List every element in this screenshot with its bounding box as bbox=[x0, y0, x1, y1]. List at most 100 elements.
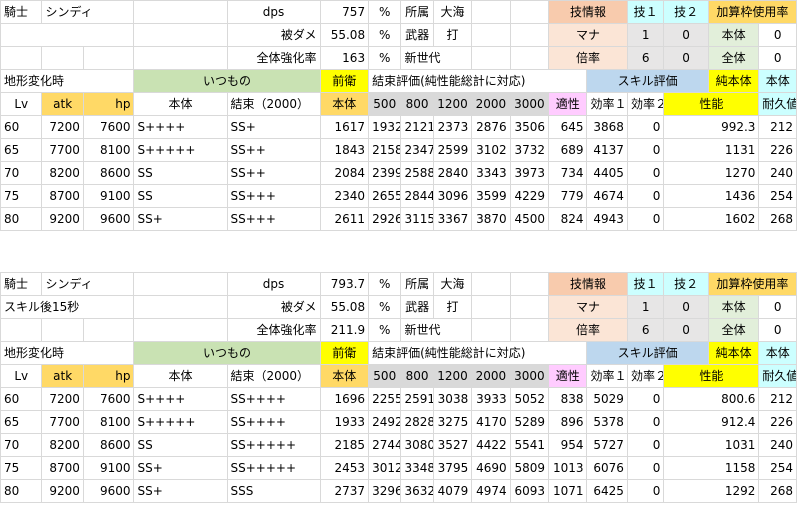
cell-hontai[interactable]: S+++++ bbox=[133, 410, 228, 434]
dps-label[interactable]: dps bbox=[226, 0, 321, 24]
col-durability[interactable]: 耐久値 bbox=[758, 92, 797, 116]
col-performance[interactable]: 性能 bbox=[663, 364, 760, 388]
cell-b800[interactable]: 3115 bbox=[400, 207, 434, 231]
cell-b3000[interactable]: 3506 bbox=[509, 115, 550, 139]
cell-atk[interactable]: 7700 bbox=[41, 410, 84, 434]
body-label[interactable]: 本体 bbox=[707, 23, 760, 47]
cell-performance[interactable]: 1602 bbox=[663, 207, 760, 231]
cell-aptitude[interactable]: 645 bbox=[548, 115, 588, 139]
cell-body[interactable]: 2185 bbox=[319, 433, 370, 457]
char-name-cell[interactable]: シンディ bbox=[41, 272, 135, 296]
boost-value[interactable]: 211.9 bbox=[319, 318, 370, 342]
cell-atk[interactable]: 8700 bbox=[41, 184, 84, 208]
bond-eval-label[interactable]: 結束評価(純性能総計に対応) bbox=[368, 341, 588, 365]
cell-b3000[interactable]: 5052 bbox=[509, 387, 550, 411]
cell-eff2[interactable]: 0 bbox=[626, 456, 665, 480]
terrain-label[interactable]: 地形変化時 bbox=[0, 341, 135, 365]
front-label[interactable]: 前衛 bbox=[319, 69, 370, 93]
class-cell[interactable]: 騎士 bbox=[0, 272, 43, 296]
cell-hontai[interactable]: SS+ bbox=[133, 207, 228, 231]
cell-b800[interactable]: 2588 bbox=[400, 161, 434, 185]
cell-eff1[interactable]: 4405 bbox=[586, 161, 628, 185]
body-value[interactable]: 0 bbox=[758, 23, 797, 47]
pct-label[interactable]: % bbox=[368, 46, 402, 70]
skill-info-header[interactable]: 技情報 bbox=[548, 272, 628, 296]
cell-eff1[interactable]: 5378 bbox=[586, 410, 628, 434]
cell-aptitude[interactable]: 824 bbox=[548, 207, 588, 231]
cell-eff2[interactable]: 0 bbox=[626, 479, 665, 503]
all-value[interactable]: 0 bbox=[758, 46, 797, 70]
col-atk[interactable]: atk bbox=[41, 92, 84, 116]
skill-info-header[interactable]: 技情報 bbox=[548, 0, 628, 24]
dps-value[interactable]: 757 bbox=[319, 0, 370, 24]
cell-body[interactable]: 1843 bbox=[319, 138, 370, 162]
cell-atk[interactable]: 8200 bbox=[41, 161, 84, 185]
cell-b500[interactable]: 2255 bbox=[368, 387, 402, 411]
skill1-header[interactable]: 技１ bbox=[626, 0, 665, 24]
cell-body[interactable]: 2340 bbox=[319, 184, 370, 208]
cell-atk[interactable]: 9200 bbox=[41, 207, 84, 231]
cell-performance[interactable]: 1158 bbox=[663, 456, 760, 480]
mana-2[interactable]: 0 bbox=[663, 295, 709, 319]
cell-aptitude[interactable]: 896 bbox=[548, 410, 588, 434]
cell-b500[interactable]: 3296 bbox=[368, 479, 402, 503]
col-lv[interactable]: Lv bbox=[0, 364, 43, 388]
boost-value[interactable]: 163 bbox=[319, 46, 370, 70]
bonus-header[interactable]: 加算枠使用率 bbox=[707, 0, 797, 24]
body-col-label[interactable]: 本体 bbox=[758, 69, 797, 93]
cell-durability[interactable]: 240 bbox=[758, 433, 797, 457]
pct-label[interactable]: % bbox=[368, 318, 402, 342]
body-col-label[interactable]: 本体 bbox=[758, 341, 797, 365]
cell-hp[interactable]: 8100 bbox=[82, 410, 135, 434]
cell-performance[interactable]: 800.6 bbox=[663, 387, 760, 411]
cell-atk[interactable]: 8700 bbox=[41, 456, 84, 480]
all-value[interactable]: 0 bbox=[758, 318, 797, 342]
all-label[interactable]: 全体 bbox=[707, 46, 760, 70]
cell-durability[interactable]: 212 bbox=[758, 115, 797, 139]
cell-b2000[interactable]: 4422 bbox=[471, 433, 511, 457]
all-label[interactable]: 全体 bbox=[707, 318, 760, 342]
cell-bond[interactable]: SS+++ bbox=[226, 184, 321, 208]
cell-bond[interactable]: SS++ bbox=[226, 138, 321, 162]
pure-body-label[interactable]: 純本体 bbox=[707, 341, 760, 365]
cell-lv[interactable]: 70 bbox=[0, 433, 43, 457]
pct-label[interactable]: % bbox=[368, 0, 402, 24]
dmg-value[interactable]: 55.08 bbox=[319, 23, 370, 47]
cell-eff1[interactable]: 4943 bbox=[586, 207, 628, 231]
cell-b500[interactable]: 2158 bbox=[368, 138, 402, 162]
cell-aptitude[interactable]: 838 bbox=[548, 387, 588, 411]
rate-2[interactable]: 0 bbox=[663, 46, 709, 70]
rate-label[interactable]: 倍率 bbox=[548, 46, 628, 70]
cell-hp[interactable]: 7600 bbox=[82, 115, 135, 139]
cell-b2000[interactable]: 3102 bbox=[471, 138, 511, 162]
cell-body[interactable]: 1696 bbox=[319, 387, 370, 411]
cell-bond[interactable]: SS+++ bbox=[226, 207, 321, 231]
cell-eff1[interactable]: 4137 bbox=[586, 138, 628, 162]
col-body[interactable]: 本体 bbox=[319, 364, 370, 388]
cell-body[interactable]: 1933 bbox=[319, 410, 370, 434]
boost-label[interactable]: 全体強化率 bbox=[226, 318, 321, 342]
affil-value[interactable]: 大海 bbox=[432, 272, 473, 296]
cell-hontai[interactable]: SS bbox=[133, 184, 228, 208]
col-1200[interactable]: 1200 bbox=[432, 92, 473, 116]
cell-b500[interactable]: 2744 bbox=[368, 433, 402, 457]
cell-b1200[interactable]: 3038 bbox=[432, 387, 473, 411]
cell-bond[interactable]: SS+++++ bbox=[226, 456, 321, 480]
cell-durability[interactable]: 240 bbox=[758, 161, 797, 185]
weapon-value[interactable]: 打 bbox=[432, 23, 473, 47]
cell-atk[interactable]: 7200 bbox=[41, 387, 84, 411]
col-500[interactable]: 500 bbox=[368, 92, 402, 116]
mana-2[interactable]: 0 bbox=[663, 23, 709, 47]
class-cell[interactable]: 騎士 bbox=[0, 0, 43, 24]
cell-eff2[interactable]: 0 bbox=[626, 433, 665, 457]
dmg-label[interactable]: 被ダメ bbox=[226, 295, 321, 319]
weapon-value[interactable]: 打 bbox=[432, 295, 473, 319]
cell-b1200[interactable]: 2840 bbox=[432, 161, 473, 185]
cell-lv[interactable]: 80 bbox=[0, 479, 43, 503]
cell-durability[interactable]: 254 bbox=[758, 456, 797, 480]
cell-lv[interactable]: 75 bbox=[0, 184, 43, 208]
cell-eff1[interactable]: 3868 bbox=[586, 115, 628, 139]
col-500[interactable]: 500 bbox=[368, 364, 402, 388]
affil-label[interactable]: 所属 bbox=[400, 272, 434, 296]
cell-b2000[interactable]: 3870 bbox=[471, 207, 511, 231]
